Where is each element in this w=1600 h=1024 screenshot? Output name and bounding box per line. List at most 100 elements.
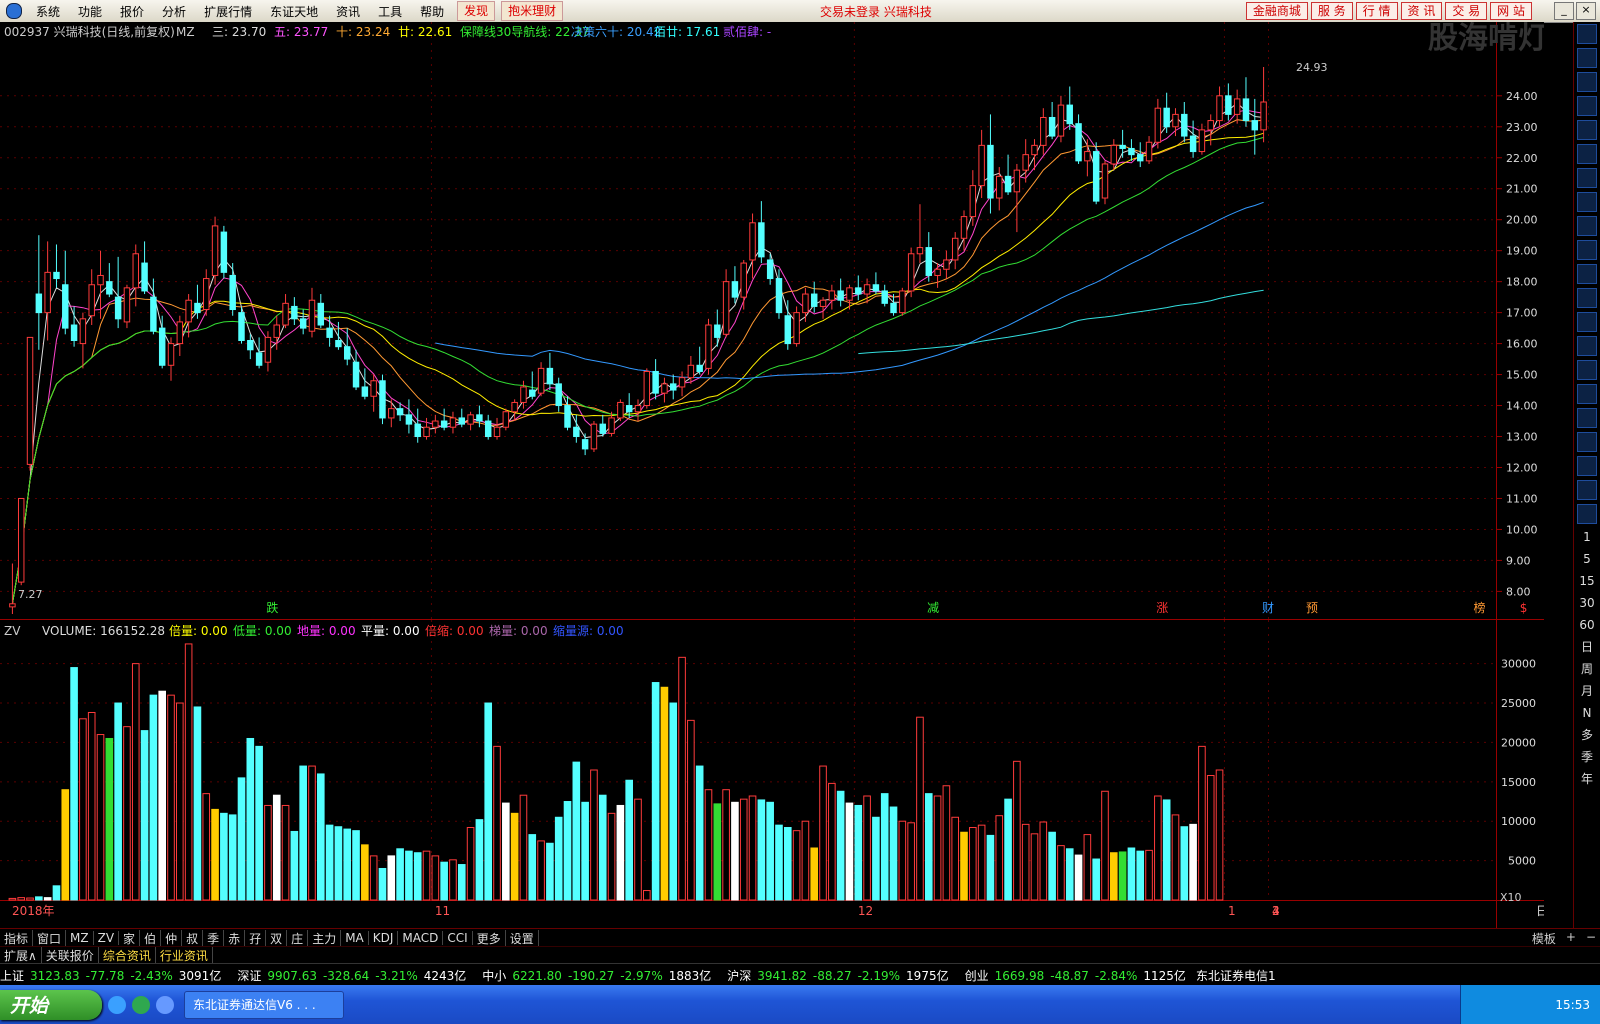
taskbar-app-button[interactable]: 东北证券通达信V6 . . .	[184, 990, 344, 1019]
info-tab[interactable]: 扩展∧	[0, 947, 42, 964]
indicator-tab[interactable]: MZ	[66, 931, 94, 945]
toolbar-tool-icon[interactable]	[1577, 336, 1597, 356]
period-button[interactable]: 15	[1579, 570, 1594, 592]
period-button[interactable]: 月	[1581, 680, 1593, 702]
toolbar-tool-icon[interactable]	[1577, 312, 1597, 332]
indicator-tab[interactable]: CCI	[443, 931, 473, 945]
menu-item-quote[interactable]: 报价	[112, 3, 154, 20]
toolbar-tool-icon[interactable]	[1577, 456, 1597, 476]
indicator-tab[interactable]: MA	[341, 931, 369, 945]
volume-chart[interactable]: 30000 25000 20000 15000 10000 5000 ZV VOLUME:…	[0, 620, 1544, 928]
toolbar-tool-icon[interactable]	[1577, 48, 1597, 68]
indicator-tab[interactable]: 赤	[224, 929, 246, 947]
trade-button[interactable]: 交 易	[1445, 2, 1488, 20]
close-icon[interactable]: ×	[1576, 2, 1596, 20]
service-button[interactable]: 服 务	[1310, 2, 1353, 20]
info-tab[interactable]: 综合资讯	[99, 947, 156, 964]
toolbar-tool-icon[interactable]	[1577, 504, 1597, 524]
period-button[interactable]: 年	[1581, 768, 1593, 790]
indicator-tab[interactable]: 季	[203, 929, 225, 947]
index-quote[interactable]: 深证 9907.63 -328.64 -3.21% 4243亿	[237, 967, 472, 984]
toolbar-tool-icon[interactable]	[1577, 120, 1597, 140]
toolbar-tool-icon[interactable]	[1577, 216, 1597, 236]
toolbar-tool-icon[interactable]	[1577, 24, 1597, 44]
index-quote[interactable]: 中小 6221.80 -190.27 -2.97% 1883亿	[482, 967, 717, 984]
indicator-tab[interactable]: KDJ	[369, 931, 399, 945]
menu-item-analysis[interactable]: 分析	[154, 3, 196, 20]
indicator-tab[interactable]: 指标	[0, 929, 34, 947]
menu-item-help[interactable]: 帮助	[412, 3, 454, 20]
indicator-tab[interactable]: 主力	[308, 929, 342, 947]
indicator-tab[interactable]: ZV	[94, 931, 120, 945]
toolbar-tool-icon[interactable]	[1577, 288, 1597, 308]
toolbar-tool-icon[interactable]	[1577, 480, 1597, 500]
indicator-tab[interactable]: 窗口	[33, 929, 67, 947]
toolbar-tool-icon[interactable]	[1577, 408, 1597, 428]
toolbar-tool-icon[interactable]	[1577, 72, 1597, 92]
event-marker[interactable]: 榜	[1473, 600, 1485, 615]
toolbar-tool-icon[interactable]	[1577, 264, 1597, 284]
toolbar-tool-icon[interactable]	[1577, 168, 1597, 188]
period-button[interactable]: 5	[1583, 548, 1591, 570]
menu-discover-button[interactable]: 发现	[457, 1, 496, 21]
indicator-tab[interactable]: 孖	[245, 929, 267, 947]
website-button[interactable]: 网 站	[1490, 2, 1532, 20]
period-button[interactable]: 30	[1579, 592, 1594, 614]
price-chart[interactable]: 24.00 23.00 22.00 21.00 20.00 19.00 18.00 17.00…	[0, 22, 1544, 620]
index-quote[interactable]: 沪深 3941.82 -88.27 -2.19% 1975亿	[727, 967, 954, 984]
menu-item-news[interactable]: 资讯	[328, 3, 370, 20]
indicator-tab[interactable]: MACD	[398, 931, 444, 945]
indicator-tab[interactable]: 家	[119, 929, 141, 947]
period-button[interactable]: 周	[1581, 658, 1593, 680]
info-tab[interactable]: 行业资讯	[156, 947, 213, 964]
toolbar-tool-icon[interactable]	[1577, 240, 1597, 260]
indicator-tab[interactable]: 双	[266, 929, 288, 947]
browser-icon[interactable]	[156, 995, 174, 1014]
indicator-tab[interactable]: 设置	[506, 929, 539, 947]
toolbar-tool-icon[interactable]	[1577, 360, 1597, 380]
event-marker[interactable]: 涨	[1156, 600, 1168, 615]
menu-finance-button[interactable]: 抱米理财	[501, 1, 564, 21]
indicator-tab[interactable]: 更多	[473, 929, 506, 947]
volume-indicator-name[interactable]: ZV	[4, 624, 21, 638]
indicator-tab[interactable]: 庄	[287, 929, 309, 947]
period-button[interactable]: 多	[1581, 724, 1593, 746]
toolbar-tool-icon[interactable]	[1577, 432, 1597, 452]
event-marker[interactable]: 减	[927, 601, 939, 615]
index-quote[interactable]: 上证 3123.83 -77.78 -2.43% 3091亿	[0, 967, 227, 984]
quicklaunch-icon[interactable]	[132, 995, 150, 1014]
template-control-button[interactable]: 模板	[1532, 930, 1556, 947]
main-indicator-name[interactable]: MZ	[176, 25, 195, 39]
info-button[interactable]: 资 讯	[1400, 2, 1443, 20]
index-quote[interactable]: 创业 1669.98 -48.87 -2.84% 1125亿	[965, 967, 1192, 984]
menu-item-ext-market[interactable]: 扩展行情	[196, 3, 262, 20]
event-marker[interactable]: $	[1520, 601, 1528, 615]
market-button[interactable]: 行 情	[1355, 2, 1398, 20]
start-button[interactable]: 开始	[0, 989, 102, 1020]
menu-item-system[interactable]: 系统	[28, 3, 70, 20]
menu-item-function[interactable]: 功能	[70, 3, 112, 20]
ie-icon[interactable]	[108, 995, 126, 1014]
indicator-tab[interactable]: 仲	[161, 929, 183, 947]
info-tab[interactable]: 关联报价	[42, 947, 99, 964]
event-marker[interactable]: 预	[1306, 601, 1318, 615]
period-button[interactable]: 60	[1579, 614, 1594, 636]
toolbar-tool-icon[interactable]	[1577, 144, 1597, 164]
mall-button[interactable]: 金融商城	[1245, 2, 1308, 20]
event-marker[interactable]: 财	[1262, 601, 1274, 615]
indicator-tab[interactable]: 伯	[140, 929, 162, 947]
toolbar-tool-icon[interactable]	[1577, 192, 1597, 212]
toolbar-tool-icon[interactable]	[1577, 96, 1597, 116]
period-button[interactable]: N	[1583, 702, 1592, 724]
template-control-button[interactable]: −	[1586, 930, 1596, 947]
period-button[interactable]: 日	[1581, 636, 1593, 658]
indicator-tab[interactable]: 叔	[182, 929, 204, 947]
toolbar-tool-icon[interactable]	[1577, 384, 1597, 404]
period-button[interactable]: 季	[1581, 746, 1593, 768]
period-button[interactable]: 1	[1583, 526, 1591, 548]
event-marker[interactable]: 跌	[266, 600, 278, 615]
template-control-button[interactable]: +	[1566, 930, 1576, 947]
menu-item-dongzheng[interactable]: 东证天地	[262, 3, 328, 20]
menu-item-tools[interactable]: 工具	[370, 3, 412, 20]
minimize-icon[interactable]: _	[1554, 2, 1574, 20]
